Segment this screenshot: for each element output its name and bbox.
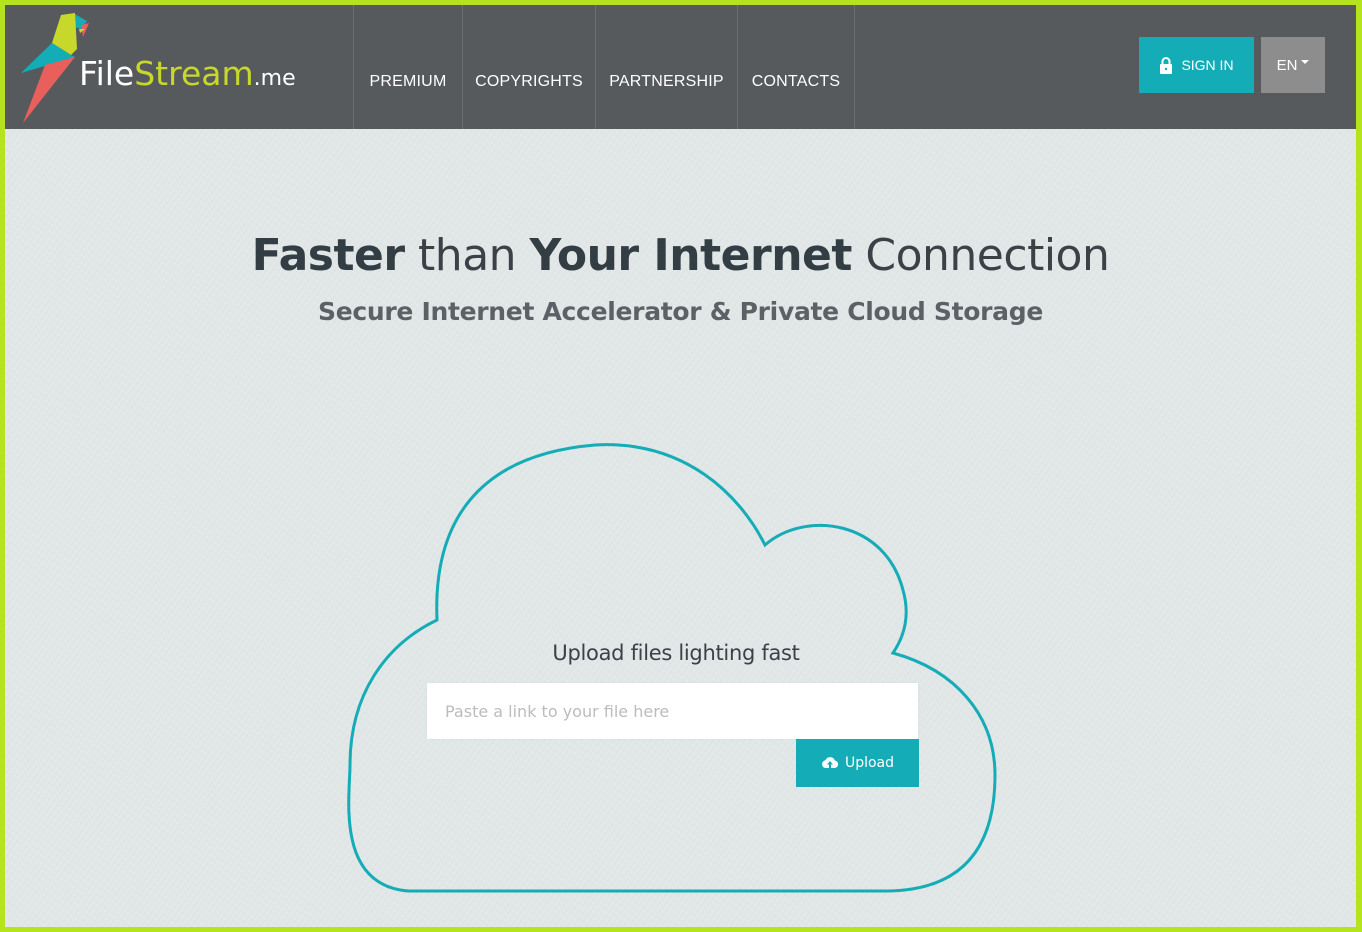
hero-title: Faster than Your Internet Connection — [5, 230, 1356, 281]
nav-item-contacts[interactable]: CONTACTS — [738, 5, 855, 129]
nav-item-premium[interactable]: PREMIUM — [354, 5, 463, 129]
nav-item-partnership[interactable]: PARTNERSHIP — [596, 5, 738, 129]
cloud-outline-icon — [347, 443, 997, 893]
lock-icon — [1160, 56, 1173, 74]
logo[interactable]: FileStream.me — [17, 11, 317, 123]
header: FileStream.me PREMIUM COPYRIGHTS PARTNER… — [5, 5, 1356, 129]
logo-text-file: File — [79, 54, 135, 93]
upload-heading: Upload files lighting fast — [552, 641, 800, 665]
logo-text-stream: Stream — [134, 54, 254, 93]
hero-subtitle: Secure Internet Accelerator & Private Cl… — [317, 297, 1043, 326]
nav-item-copyrights[interactable]: COPYRIGHTS — [463, 5, 596, 129]
logo-text-suffix: .me — [253, 66, 296, 91]
upload-button-label: Upload — [844, 755, 895, 771]
main-nav: PREMIUM COPYRIGHTS PARTNERSHIP CONTACTS — [353, 5, 855, 129]
upload-button[interactable]: Upload — [796, 739, 919, 787]
hero-title-part-3: Your Internet — [529, 230, 853, 281]
caret-down-icon — [1301, 60, 1310, 64]
file-link-input[interactable] — [427, 683, 918, 739]
logo-wordmark: FileStream.me — [79, 57, 296, 90]
sign-in-label: SIGN IN — [1181, 57, 1234, 73]
cloud-upload-icon — [822, 757, 839, 768]
page-frame: FileStream.me PREMIUM COPYRIGHTS PARTNER… — [5, 5, 1356, 927]
sign-in-button[interactable]: SIGN IN — [1139, 37, 1254, 93]
hero-title-part-4: Connection — [851, 230, 1110, 281]
hero-title-part-2: than — [404, 230, 530, 281]
language-label: EN — [1276, 56, 1298, 74]
hero-title-part-1: Faster — [251, 230, 405, 281]
language-dropdown[interactable]: EN — [1261, 37, 1325, 93]
